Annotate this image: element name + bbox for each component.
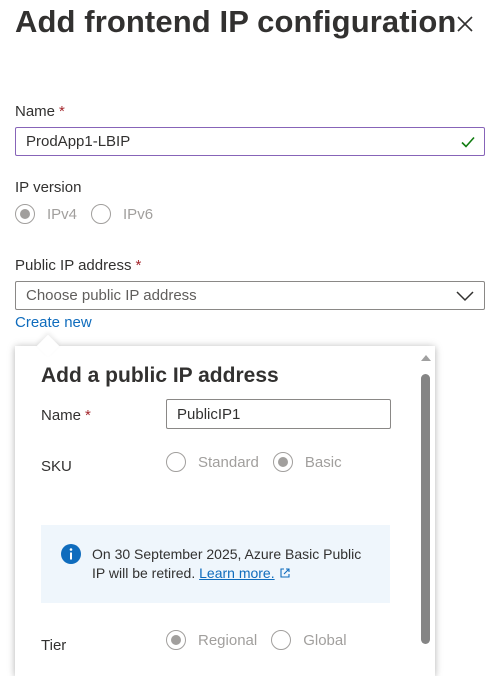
radio-selected-icon <box>272 452 293 472</box>
ip-version-option-ipv6[interactable]: IPv6 <box>91 204 153 224</box>
info-message: On 30 September 2025, Azure Basic Public… <box>92 546 362 581</box>
ip-version-radio-group: IPv4 IPv6 <box>15 204 167 224</box>
callout-title: Add a public IP address <box>41 364 279 387</box>
close-icon <box>457 16 473 32</box>
scrollbar-thumb[interactable] <box>421 374 430 644</box>
ip-version-label: IP version <box>15 179 82 196</box>
radio-selected-icon <box>166 630 186 650</box>
radio-unselected-icon <box>166 452 186 472</box>
tier-label: Tier <box>41 637 67 654</box>
public-ip-placeholder: Choose public IP address <box>26 287 197 304</box>
chevron-down-icon <box>456 291 474 302</box>
info-icon <box>61 544 81 564</box>
tier-radio-group: Regional Global <box>166 630 361 650</box>
close-button[interactable] <box>455 14 475 34</box>
checkmark-icon <box>461 136 475 148</box>
scroll-up-arrow-icon[interactable] <box>421 354 431 361</box>
sku-radio-group: Standard Basic <box>166 452 356 472</box>
callout-name-label: Name * <box>41 407 91 424</box>
callout-beak <box>36 334 60 358</box>
name-label: Name * <box>15 103 65 120</box>
radio-unselected-icon <box>271 630 292 650</box>
callout-name-value: PublicIP1 <box>177 405 241 423</box>
name-input-value: ProdApp1-LBIP <box>26 133 131 150</box>
retirement-info-banner: On 30 September 2025, Azure Basic Public… <box>41 525 390 603</box>
public-ip-dropdown[interactable]: Choose public IP address <box>15 281 485 310</box>
sku-label: SKU <box>41 458 72 475</box>
radio-selected-icon <box>15 204 35 224</box>
external-link-icon <box>280 568 290 578</box>
ip-version-option-ipv4[interactable]: IPv4 <box>15 204 77 224</box>
learn-more-link[interactable]: Learn more. <box>199 565 274 581</box>
radio-unselected-icon <box>91 204 112 224</box>
callout-name-input[interactable]: PublicIP1 <box>166 399 391 429</box>
required-mark: * <box>85 407 91 424</box>
panel-title: Add frontend IP configuration <box>15 4 457 39</box>
required-mark: * <box>135 257 142 274</box>
tier-option-global[interactable]: Global <box>271 630 347 650</box>
public-ip-label: Public IP address * <box>15 257 142 274</box>
tier-option-regional[interactable]: Regional <box>166 630 257 650</box>
add-public-ip-callout: Add a public IP address Name * PublicIP1 … <box>15 334 435 676</box>
required-mark: * <box>59 103 65 120</box>
create-new-link[interactable]: Create new <box>15 314 92 331</box>
sku-option-basic[interactable]: Basic <box>272 452 342 472</box>
sku-option-standard[interactable]: Standard <box>166 452 259 472</box>
callout-scrollbar[interactable] <box>417 346 435 676</box>
name-input[interactable]: ProdApp1-LBIP <box>15 127 485 156</box>
